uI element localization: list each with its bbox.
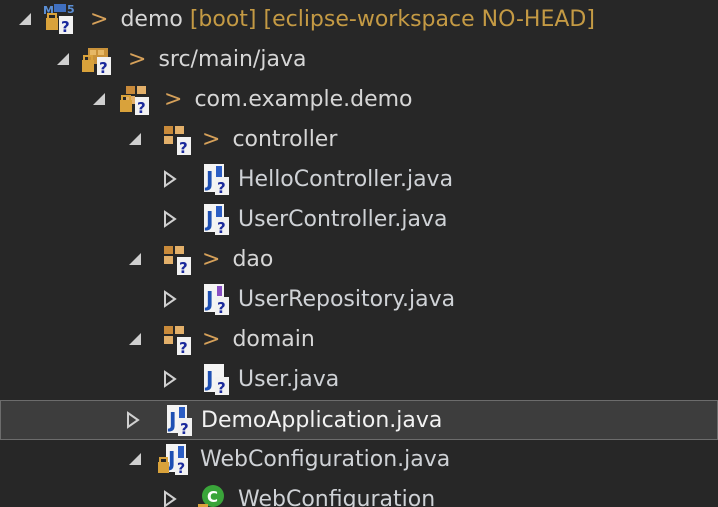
- package-controller-label[interactable]: > controller: [202, 126, 337, 154]
- package-root-name: com.example.demo: [194, 87, 413, 112]
- expanded-arrow-icon[interactable]: [128, 330, 144, 348]
- source-folder-label[interactable]: > src/main/java: [128, 46, 306, 74]
- package-dao-label[interactable]: > dao: [202, 246, 273, 274]
- file-name: User.java: [238, 367, 340, 392]
- tree-row-file-user-controller[interactable]: J ? UserController.java: [0, 200, 718, 240]
- tree-row-package-domain[interactable]: ? > domain: [0, 320, 718, 360]
- git-dirty-chevron: >: [202, 247, 221, 272]
- tree-row-file-demo-application[interactable]: J ? DemoApplication.java: [0, 400, 718, 440]
- collapsed-arrow-icon[interactable]: [162, 210, 178, 228]
- svg-text:J: J: [204, 207, 213, 231]
- java-file-icon: J ?: [198, 362, 232, 396]
- svg-text:?: ?: [217, 219, 226, 236]
- expanded-arrow-icon[interactable]: [128, 250, 144, 268]
- svg-text:5: 5: [67, 3, 75, 16]
- tree-row-project[interactable]: M 5 ? > demo [boot] [eclipse-workspace NO…: [0, 0, 718, 40]
- package-root-label[interactable]: > com.example.demo: [164, 86, 413, 114]
- svg-text:?: ?: [179, 259, 188, 276]
- package-controller-name: controller: [232, 127, 338, 152]
- tree-row-package-root[interactable]: ? > com.example.demo: [0, 80, 718, 120]
- collapsed-arrow-icon[interactable]: [162, 290, 178, 308]
- java-file-icon: J ?: [198, 202, 232, 236]
- file-name: DemoApplication.java: [201, 408, 443, 433]
- tree-row-file-hello-controller[interactable]: J ? HelloController.java: [0, 160, 718, 200]
- expanded-arrow-icon[interactable]: [128, 130, 144, 148]
- package-icon: ?: [118, 82, 152, 116]
- file-name: HelloController.java: [238, 167, 454, 192]
- java-interface-file-icon: J ?: [198, 282, 232, 316]
- class-icon: C: [196, 482, 230, 507]
- svg-text:?: ?: [61, 18, 70, 36]
- git-dirty-chevron: >: [90, 7, 109, 32]
- java-file-icon: J ?: [198, 162, 232, 196]
- file-name: UserRepository.java: [238, 287, 456, 312]
- expanded-arrow-icon[interactable]: [92, 90, 108, 108]
- svg-text:?: ?: [217, 299, 226, 316]
- svg-text:?: ?: [180, 420, 189, 437]
- tree-row-file-web-configuration[interactable]: J ? WebConfiguration.java: [0, 440, 718, 480]
- tree-row-file-user-repository[interactable]: J ? UserRepository.java: [0, 280, 718, 320]
- source-folder-icon: ?: [80, 42, 114, 76]
- file-demo-application-label[interactable]: DemoApplication.java: [201, 407, 442, 435]
- expanded-arrow-icon[interactable]: [128, 450, 144, 468]
- class-name: WebConfiguration: [238, 487, 436, 507]
- svg-text:C: C: [207, 488, 218, 506]
- package-explorer-tree: M 5 ? > demo [boot] [eclipse-workspace NO…: [0, 0, 718, 507]
- collapsed-arrow-icon[interactable]: [125, 411, 141, 429]
- git-dirty-chevron: >: [128, 47, 147, 72]
- java-file-icon: J ?: [156, 442, 190, 476]
- expanded-arrow-icon[interactable]: [56, 50, 72, 68]
- file-user-repository-label[interactable]: UserRepository.java: [238, 286, 455, 314]
- maven-project-icon: M 5 ?: [42, 2, 76, 36]
- svg-text:?: ?: [217, 379, 226, 396]
- collapsed-arrow-icon[interactable]: [162, 370, 178, 388]
- svg-text:?: ?: [137, 99, 146, 116]
- expanded-arrow-icon[interactable]: [18, 10, 34, 28]
- file-hello-controller-label[interactable]: HelloController.java: [238, 166, 453, 194]
- svg-text:J: J: [204, 367, 213, 391]
- collapsed-arrow-icon[interactable]: [162, 490, 178, 507]
- project-label[interactable]: > demo [boot] [eclipse-workspace NO-HEAD]: [90, 6, 595, 34]
- collapsed-arrow-icon[interactable]: [162, 170, 178, 188]
- svg-text:?: ?: [217, 179, 226, 196]
- tree-row-file-user[interactable]: J ? User.java: [0, 360, 718, 400]
- svg-text:J: J: [204, 287, 213, 311]
- svg-text:J: J: [204, 167, 213, 191]
- package-domain-label[interactable]: > domain: [202, 326, 315, 354]
- svg-text:?: ?: [179, 339, 188, 356]
- tree-row-source-folder[interactable]: ? > src/main/java: [0, 40, 718, 80]
- package-dao-name: dao: [232, 247, 274, 272]
- file-name: UserController.java: [238, 207, 448, 232]
- svg-text:?: ?: [179, 139, 188, 156]
- git-dirty-chevron: >: [202, 327, 221, 352]
- tree-row-package-dao[interactable]: ? > dao: [0, 240, 718, 280]
- svg-text:?: ?: [99, 59, 108, 76]
- package-icon: ?: [160, 242, 194, 276]
- git-dirty-chevron: >: [202, 127, 221, 152]
- project-decoration: [boot] [eclipse-workspace NO-HEAD]: [189, 7, 595, 32]
- class-web-configuration-label[interactable]: WebConfiguration: [238, 486, 435, 507]
- tree-row-package-controller[interactable]: ? > controller: [0, 120, 718, 160]
- git-dirty-chevron: >: [164, 87, 183, 112]
- file-user-controller-label[interactable]: UserController.java: [238, 206, 447, 234]
- project-name: demo: [120, 7, 183, 32]
- file-user-label[interactable]: User.java: [238, 366, 339, 394]
- package-icon: ?: [160, 122, 194, 156]
- svg-text:?: ?: [177, 461, 185, 476]
- file-web-configuration-label[interactable]: WebConfiguration.java: [200, 446, 450, 474]
- source-folder-name: src/main/java: [158, 47, 307, 72]
- package-icon: ?: [160, 322, 194, 356]
- package-domain-name: domain: [232, 327, 315, 352]
- java-file-icon: J ?: [161, 403, 195, 437]
- file-name: WebConfiguration.java: [200, 447, 451, 472]
- tree-row-class-web-configuration[interactable]: C WebConfiguration: [0, 480, 718, 507]
- svg-text:J: J: [167, 408, 176, 432]
